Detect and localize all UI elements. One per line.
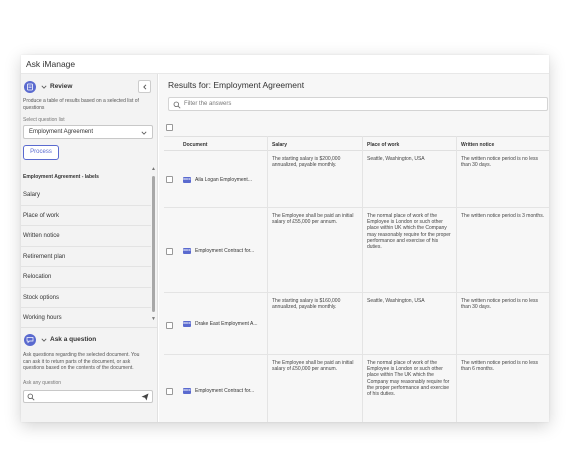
docx-file-icon: DOCX xyxy=(183,388,191,394)
column-header-place-of-work[interactable]: Place of work xyxy=(367,142,399,148)
ask-question-section: Ask a question Ask questions regarding t… xyxy=(21,327,157,422)
process-button[interactable]: Process xyxy=(23,145,59,160)
row-checkbox[interactable] xyxy=(166,322,173,329)
row-checkbox[interactable] xyxy=(166,176,173,183)
filter-placeholder: Filter the answers xyxy=(184,101,232,107)
row-checkbox[interactable] xyxy=(166,388,173,395)
written-notice-cell: The written notice period is no less tha… xyxy=(461,156,538,169)
chevron-left-icon xyxy=(143,84,147,90)
column-header-salary[interactable]: Salary xyxy=(272,142,287,148)
salary-cell: The starting salary is $200,000 annualiz… xyxy=(272,156,341,169)
row-checkbox[interactable] xyxy=(166,248,173,255)
list-item[interactable]: Written notice xyxy=(21,226,151,247)
list-item[interactable]: Retirement plan xyxy=(21,247,151,267)
docx-file-icon: DOCX xyxy=(183,177,191,183)
salary-cell: The Employee shall be paid an initial sa… xyxy=(272,360,354,373)
scroll-down-arrow-icon[interactable]: ▼ xyxy=(151,317,157,322)
table-row[interactable]: DOCX Aila Logan Employment... The starti… xyxy=(164,151,549,208)
list-scrollbar-thumb[interactable] xyxy=(152,176,155,312)
place-of-work-cell: Seattle, Washington, USA xyxy=(367,156,425,162)
review-description: Produce a table of results based on a se… xyxy=(23,98,139,111)
results-table: Document Salary Place of work Written no… xyxy=(164,116,549,422)
results-title: Results for: Employment Agreement xyxy=(168,80,305,90)
place-of-work-cell: The normal place of work of the Employee… xyxy=(367,360,450,398)
app-title: Ask iManage xyxy=(26,59,76,69)
written-notice-cell: The written notice period is no less tha… xyxy=(461,298,538,311)
select-all-checkbox[interactable] xyxy=(166,124,173,131)
column-header-document[interactable]: Document xyxy=(183,142,207,148)
select-question-list-label: Select question list xyxy=(23,117,65,123)
written-notice-cell: The written notice period is no less tha… xyxy=(461,360,538,373)
chevron-down-icon[interactable] xyxy=(41,337,47,343)
search-icon xyxy=(173,101,181,109)
table-header: Document Salary Place of work Written no… xyxy=(164,136,549,151)
review-icon xyxy=(24,81,36,93)
ask-input-label: Ask any question xyxy=(23,380,62,386)
search-icon xyxy=(27,393,35,401)
question-list-select[interactable]: Employment Agreement xyxy=(23,125,153,139)
place-of-work-cell: The normal place of work of the Employee… xyxy=(367,213,451,251)
document-name[interactable]: Aila Logan Employment... xyxy=(195,177,252,183)
ask-question-title: Ask a question xyxy=(50,336,97,343)
column-header-written-notice[interactable]: Written notice xyxy=(461,142,494,148)
list-item[interactable]: Stock options xyxy=(21,288,151,308)
list-item[interactable]: Working hours xyxy=(21,308,151,321)
question-list: Salary Place of work Written notice Reti… xyxy=(21,185,151,321)
ask-imanage-window: Ask iManage Review Produce a table of re… xyxy=(21,55,549,422)
question-list-header: Employment Agreement - labels xyxy=(23,174,99,180)
docx-file-icon: DOCX xyxy=(183,321,191,327)
salary-cell: The Employee shall be paid an initial sa… xyxy=(272,213,354,226)
left-panel: Review Produce a table of results based … xyxy=(21,74,158,422)
written-notice-cell: The written notice period is 3 months. xyxy=(461,213,545,219)
table-row[interactable]: DOCX Employment Contract for... The Empl… xyxy=(164,355,549,422)
review-title: Review xyxy=(50,83,73,90)
list-item[interactable]: Salary xyxy=(21,185,151,206)
ask-question-input[interactable] xyxy=(23,390,153,403)
scroll-up-arrow-icon[interactable]: ▲ xyxy=(151,167,157,172)
ask-description: Ask questions regarding the selected doc… xyxy=(23,352,140,371)
table-row[interactable]: DOCX Drake East Employment A... The star… xyxy=(164,293,549,355)
list-item[interactable]: Relocation xyxy=(21,267,151,288)
list-item[interactable]: Place of work xyxy=(21,206,151,226)
chevron-down-icon xyxy=(141,131,147,135)
collapse-panel-button[interactable] xyxy=(138,80,151,93)
send-icon[interactable] xyxy=(141,393,149,401)
filter-answers-input[interactable]: Filter the answers xyxy=(168,97,548,111)
chevron-down-icon[interactable] xyxy=(41,84,47,90)
chat-icon xyxy=(24,334,36,346)
docx-file-icon: DOCX xyxy=(183,248,191,254)
selected-question-list: Employment Agreement xyxy=(29,129,94,135)
document-name[interactable]: Employment Contract for... xyxy=(195,248,254,254)
table-row[interactable]: DOCX Employment Contract for... The Empl… xyxy=(164,208,549,293)
results-panel: Results for: Employment Agreement Filter… xyxy=(159,74,549,422)
document-name[interactable]: Drake East Employment A... xyxy=(195,321,258,327)
document-name[interactable]: Employment Contract for... xyxy=(195,388,254,394)
salary-cell: The starting salary is $160,000 annualiz… xyxy=(272,298,341,311)
place-of-work-cell: Seattle, Washington, USA xyxy=(367,298,425,304)
